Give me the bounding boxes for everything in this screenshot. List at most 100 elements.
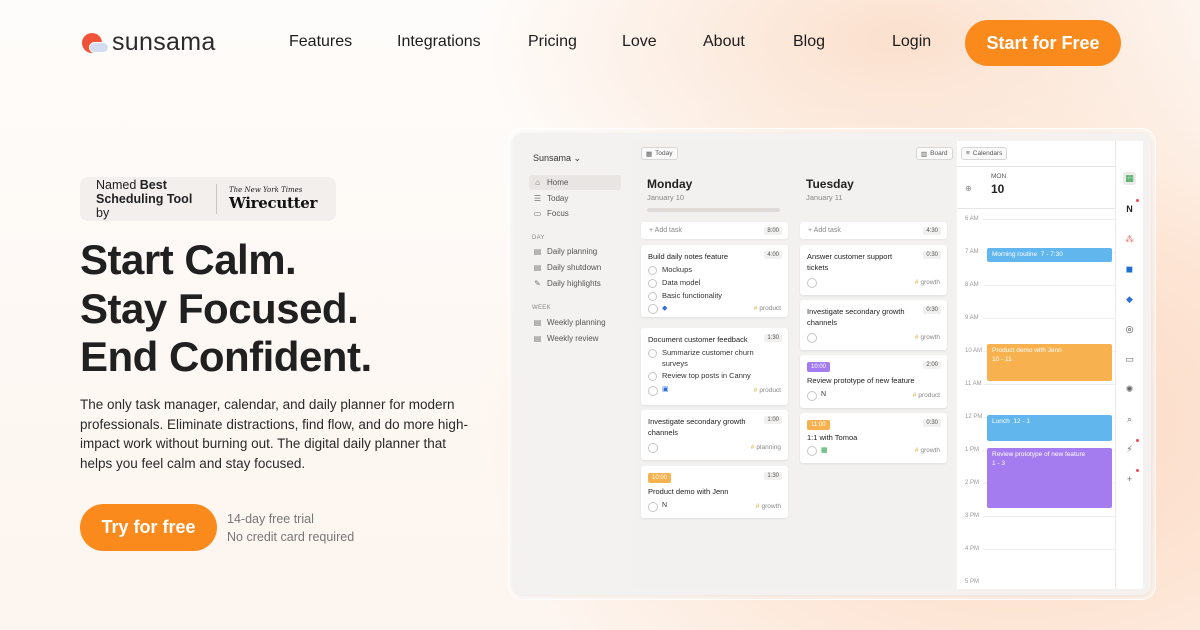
today-label: Today [655, 150, 673, 157]
channel-tag[interactable]: # growth [915, 447, 940, 454]
task-title: Document customer feedback [648, 335, 748, 344]
channel-tag[interactable]: # growth [915, 334, 940, 341]
add-task-label: + Add task [649, 227, 682, 234]
task-card[interactable]: Answer customer support tickets 0:30 # gr… [800, 245, 947, 295]
subtask[interactable]: Data model [648, 278, 700, 289]
subtask[interactable]: Mockups [648, 265, 692, 276]
sidebar-item-daily-highlights[interactable]: ✎ Daily highlights [529, 276, 621, 291]
award-text: Named Best Scheduling Tool by [96, 178, 193, 220]
scheduled-time-chip: 11:00 [807, 420, 830, 430]
channel-tag[interactable]: # product [754, 387, 781, 394]
task-card[interactable]: 10:00 Product demo with Jenn 1:30 N # gro… [641, 466, 788, 518]
list-icon: ☰ [533, 194, 542, 203]
complete-checkbox[interactable] [807, 278, 817, 288]
sidebar-label: Today [547, 194, 569, 203]
add-task-button[interactable]: + Add task 8:00 [641, 222, 788, 239]
sunsama-logo-icon [81, 30, 109, 56]
complete-checkbox[interactable] [648, 304, 658, 314]
github-icon[interactable]: ◎ [1123, 323, 1136, 336]
notion-icon[interactable]: N [1123, 203, 1136, 216]
complete-checkbox[interactable] [807, 446, 817, 456]
brand-name: sunsama [112, 28, 216, 56]
zoom-icon[interactable]: ⊕ [965, 184, 972, 193]
sidebar-item-home[interactable]: ⌂ Home [529, 175, 621, 190]
task-card[interactable]: Investigate secondary growth channels 0:… [800, 300, 947, 350]
task-board: ▦ Today ▥ Board Monday January 10 + Add ta… [633, 141, 955, 589]
google-calendar-icon[interactable]: ▦ [1123, 172, 1136, 185]
start-for-free-button[interactable]: Start for Free [965, 20, 1121, 66]
sidebar-section-week: WEEK [532, 305, 551, 311]
trello-icon[interactable]: ◼ [1123, 263, 1136, 276]
complete-checkbox[interactable] [807, 391, 817, 401]
task-title: Investigate secondary growth channels [807, 307, 905, 327]
calendar-event[interactable]: Morning routine 7 - 7:30 [987, 248, 1112, 262]
clipboard-icon: ▤ [533, 318, 542, 327]
task-card[interactable]: Build daily notes feature 4:00 Mockups D… [641, 245, 788, 317]
channel-tag[interactable]: # growth [756, 503, 781, 510]
task-card[interactable]: Investigate secondary growth channels 1:… [641, 410, 788, 460]
subtask[interactable]: Review top posts in Canny [648, 371, 751, 382]
app-preview: Sunsama ⌄ ⌂ Home ☰ Today ▭ Focus DAY ▤ Daily… [513, 133, 1151, 595]
login-link[interactable]: Login [892, 33, 931, 51]
task-time: 2:00 [923, 361, 941, 369]
sidebar-section-day: DAY [532, 235, 545, 241]
asana-icon[interactable]: ⁂ [1123, 233, 1136, 246]
complete-checkbox[interactable] [648, 502, 658, 512]
calendars-button[interactable]: ≡ Calendars [961, 147, 1008, 160]
calendar-event[interactable]: Review prototype of new feature 1 - 3 [987, 448, 1112, 508]
complete-checkbox[interactable] [648, 386, 658, 396]
nav-about[interactable]: About [703, 33, 745, 51]
channel-tag[interactable]: # planning [751, 444, 781, 451]
day-heading: Monday [647, 177, 693, 191]
calendar-panel: ≡ Calendars MON 10 ⊕ 6 AM 7 AM 8 AM 9 AM … [957, 141, 1115, 589]
filter-icon: ≡ [966, 150, 970, 157]
sidebar-item-weekly-planning[interactable]: ▤ Weekly planning [529, 315, 621, 330]
complete-checkbox[interactable] [648, 443, 658, 453]
canny-icon: ▣ [662, 386, 669, 393]
hero-headline: Start Calm. Stay Focused. End Confident. [80, 236, 372, 382]
workspace-switcher[interactable]: Sunsama ⌄ [533, 153, 581, 164]
award-badge[interactable]: Named Best Scheduling Tool by The New Yo… [80, 177, 336, 221]
sidebar-item-daily-planning[interactable]: ▤ Daily planning [529, 244, 621, 259]
channel-tag[interactable]: # product [913, 392, 940, 399]
nav-integrations[interactable]: Integrations [397, 33, 481, 51]
integrations-icon[interactable]: ⚡ [1123, 443, 1136, 456]
sidebar-item-today[interactable]: ☰ Today [529, 191, 621, 206]
task-card[interactable]: 11:00 1:1 with Tomoa 0:30 ▦ # growth [800, 413, 947, 463]
add-task-label: + Add task [808, 227, 841, 234]
calendar-event[interactable]: Product demo with Jenn 10 - 11 [987, 344, 1112, 381]
channel-tag[interactable]: # product [754, 305, 781, 312]
sunsama-logo[interactable]: sunsama [81, 28, 216, 57]
task-card[interactable]: 10:00 Review prototype of new feature 2:… [800, 355, 947, 408]
subtask[interactable]: Basic functionality [648, 291, 722, 302]
nav-features[interactable]: Features [289, 33, 352, 51]
calendar-event[interactable]: Lunch 12 - 1 [987, 415, 1112, 441]
hour-label: 2 PM [965, 480, 980, 486]
subtask[interactable]: Summarize customer churn surveys [648, 348, 778, 369]
add-task-button[interactable]: + Add task 4:30 [800, 222, 947, 239]
complete-checkbox[interactable] [807, 333, 817, 343]
notion-icon: N [662, 502, 668, 509]
sidebar-item-focus[interactable]: ▭ Focus [529, 206, 621, 221]
nav-love[interactable]: Love [622, 33, 657, 51]
search-icon[interactable]: ⌕ [1123, 413, 1136, 426]
notion-icon: N [821, 391, 827, 398]
settings-icon[interactable]: ✺ [1123, 383, 1136, 396]
google-calendar-icon: ▦ [821, 447, 828, 454]
nav-pricing[interactable]: Pricing [528, 33, 577, 51]
day-date: January 10 [647, 193, 685, 202]
sidebar-item-daily-shutdown[interactable]: ▤ Daily shutdown [529, 260, 621, 275]
archive-icon[interactable]: ▭ [1123, 353, 1136, 366]
board-view-button[interactable]: ▥ Board [916, 147, 953, 160]
add-icon[interactable]: + [1123, 473, 1136, 486]
channel-tag[interactable]: # growth [915, 279, 940, 286]
today-button[interactable]: ▦ Today [641, 147, 678, 160]
try-for-free-button[interactable]: Try for free [80, 504, 217, 551]
nav-blog[interactable]: Blog [793, 33, 825, 51]
badge-divider [216, 184, 217, 214]
task-card[interactable]: Document customer feedback 1:30 Summariz… [641, 328, 788, 405]
sidebar-item-weekly-review[interactable]: ▤ Weekly review [529, 331, 621, 346]
hour-label: 9 AM [965, 315, 979, 321]
jira-icon[interactable]: ◆ [1123, 293, 1136, 306]
hour-label: 3 PM [965, 513, 980, 519]
